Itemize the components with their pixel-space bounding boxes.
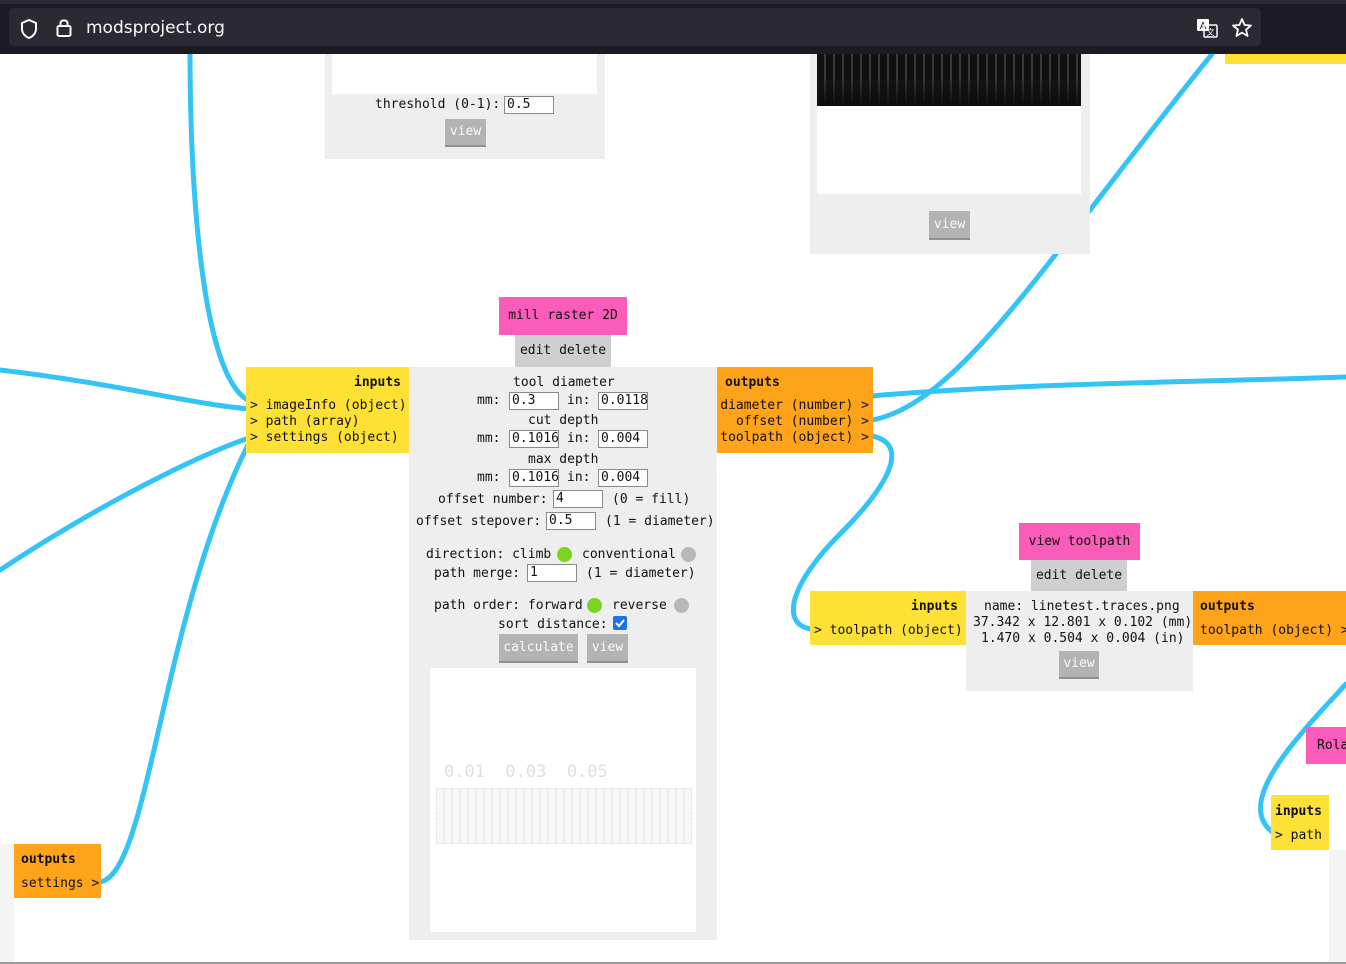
direction-label: direction: climb [426, 547, 552, 562]
toolpath-preview: 0.01 0.03 0.05 [430, 668, 696, 932]
image-view-button[interactable]: view [929, 211, 970, 240]
output-toolpath-view[interactable]: toolpath (object) > [1200, 623, 1346, 638]
sort-distance-checkbox[interactable] [613, 616, 627, 630]
path-order-forward-radio[interactable] [587, 598, 602, 613]
view-toolpath-title[interactable]: view toolpath [1019, 523, 1140, 560]
offset-stepover-label: offset stepover: [416, 514, 542, 529]
conventional-label: conventional [582, 547, 676, 562]
direction-climb-radio[interactable] [557, 547, 572, 562]
output-offset[interactable]: offset (number) > [736, 414, 869, 429]
mill-raster-title[interactable]: mill raster 2D [499, 297, 627, 335]
toolpath-size-mm: 37.342 x 12.801 x 0.102 (mm) [973, 615, 1193, 630]
max-depth-in-input[interactable]: 0.004 [598, 469, 648, 487]
max-depth-mm-label: mm: [477, 470, 501, 485]
offset-number-label: offset number: [438, 492, 548, 507]
max-depth-label: max depth [528, 452, 599, 467]
mill-raster-body: tool diameter mm: 0.3 in: 0.0118 cut dep… [409, 367, 717, 940]
output-settings[interactable]: settings > [21, 876, 99, 891]
reverse-label: reverse [612, 598, 667, 613]
url-text[interactable]: modsproject.org [86, 18, 225, 38]
settings-outputs: outputs settings > [14, 844, 101, 898]
toolpath-size-in: 1.470 x 0.504 x 0.004 (in) [981, 631, 1185, 646]
max-depth-mm-input[interactable]: 0.1016 [509, 469, 559, 487]
settings-module-edge [0, 844, 14, 964]
view-toolpath-edit-delete[interactable]: edit delete [1031, 560, 1127, 591]
max-depth-in-label: in: [567, 470, 591, 485]
mill-raster-inputs-header: inputs [354, 375, 401, 390]
path-order-reverse-radio[interactable] [674, 598, 689, 613]
mill-raster-outputs-header: outputs [725, 375, 780, 390]
cut-depth-label: cut depth [528, 413, 599, 428]
top-right-inputs-edge [1225, 54, 1346, 64]
mods-canvas[interactable]: threshold (0-1): 0.5 view view mill rast… [0, 54, 1346, 964]
input-toolpath[interactable]: > toolpath (object) [814, 623, 963, 638]
wire-left-to-settings [0, 434, 255, 573]
sort-distance-label: sort distance: [498, 617, 608, 632]
direction-conventional-radio[interactable] [681, 547, 696, 562]
view-toolpath-outputs-header: outputs [1200, 599, 1255, 614]
browser-toolbar: modsproject.org A 文 [0, 0, 1346, 54]
output-diameter[interactable]: diameter (number) > [720, 398, 869, 413]
settings-outputs-header: outputs [21, 852, 76, 867]
mill-raster-view-button[interactable]: view [587, 634, 628, 663]
input-path[interactable]: > path (array) [250, 414, 360, 429]
view-toolpath-inputs: inputs > toolpath (object) [810, 591, 966, 645]
wire-left-to-path [0, 367, 255, 412]
mill-raster-outputs: outputs diameter (number) > offset (numb… [717, 367, 873, 453]
cut-depth-in-input[interactable]: 0.004 [598, 430, 648, 448]
view-toolpath-inputs-header: inputs [911, 599, 958, 614]
roland-inputs-header: inputs [1275, 804, 1322, 819]
check-icon [615, 619, 625, 628]
roland-body-edge [1329, 850, 1346, 964]
roland-title[interactable]: Rola [1306, 727, 1346, 764]
tool-diameter-in-label: in: [567, 393, 591, 408]
mill-raster-edit-delete[interactable]: edit delete [515, 335, 611, 367]
tool-diameter-mm-input[interactable]: 0.3 [509, 392, 559, 410]
view-toolpath-body: name: linetest.traces.png 37.342 x 12.80… [966, 591, 1193, 691]
image-view-shade [817, 80, 1081, 106]
path-merge-note: (1 = diameter) [586, 566, 696, 581]
input-settings[interactable]: > settings (object) [250, 430, 399, 445]
offset-stepover-note: (1 = diameter) [605, 514, 715, 529]
toolpath-name: name: linetest.traces.png [984, 599, 1180, 614]
tab-strip-edge [0, 0, 1346, 4]
tool-diameter-label: tool diameter [513, 375, 615, 390]
svg-text:文: 文 [1207, 27, 1215, 37]
view-toolpath-view-button[interactable]: view [1059, 651, 1099, 679]
threshold-label: threshold (0-1): [375, 97, 501, 112]
input-path-roland[interactable]: > path [1275, 828, 1322, 843]
input-imageinfo[interactable]: > imageInfo (object) [250, 398, 407, 413]
translate-icon[interactable]: A 文 [1195, 17, 1219, 39]
toolpath-preview-labels: 0.01 0.03 0.05 [444, 762, 608, 782]
threshold-view-button[interactable]: view [445, 119, 486, 147]
wire-settings-out [97, 434, 255, 885]
toolpath-preview-traces [436, 788, 692, 844]
offset-number-input[interactable]: 4 [553, 490, 603, 508]
cut-depth-in-label: in: [567, 431, 591, 446]
output-toolpath[interactable]: toolpath (object) > [720, 430, 869, 445]
roland-inputs: inputs > path [1271, 795, 1329, 850]
view-toolpath-outputs: outputs toolpath (object) > [1193, 591, 1346, 645]
threshold-preview [332, 54, 597, 94]
lock-icon[interactable] [54, 17, 74, 39]
path-merge-label: path merge: [434, 566, 521, 581]
offset-number-note: (0 = fill) [612, 492, 691, 507]
threshold-input[interactable]: 0.5 [504, 96, 554, 114]
tool-diameter-mm-label: mm: [477, 393, 501, 408]
shield-icon[interactable] [19, 18, 39, 40]
cut-depth-mm-label: mm: [477, 431, 501, 446]
mill-raster-inputs: inputs > imageInfo (object) > path (arra… [246, 367, 409, 453]
offset-stepover-input[interactable]: 0.5 [546, 512, 596, 530]
calculate-button[interactable]: calculate [499, 634, 578, 663]
tool-diameter-in-input[interactable]: 0.0118 [598, 392, 648, 410]
path-merge-input[interactable]: 1 [527, 564, 577, 582]
cut-depth-mm-input[interactable]: 0.1016 [509, 430, 559, 448]
path-order-label: path order: forward [434, 598, 583, 613]
wire-top-to-imageinfo [187, 54, 255, 405]
bookmark-star-icon[interactable] [1231, 17, 1253, 39]
